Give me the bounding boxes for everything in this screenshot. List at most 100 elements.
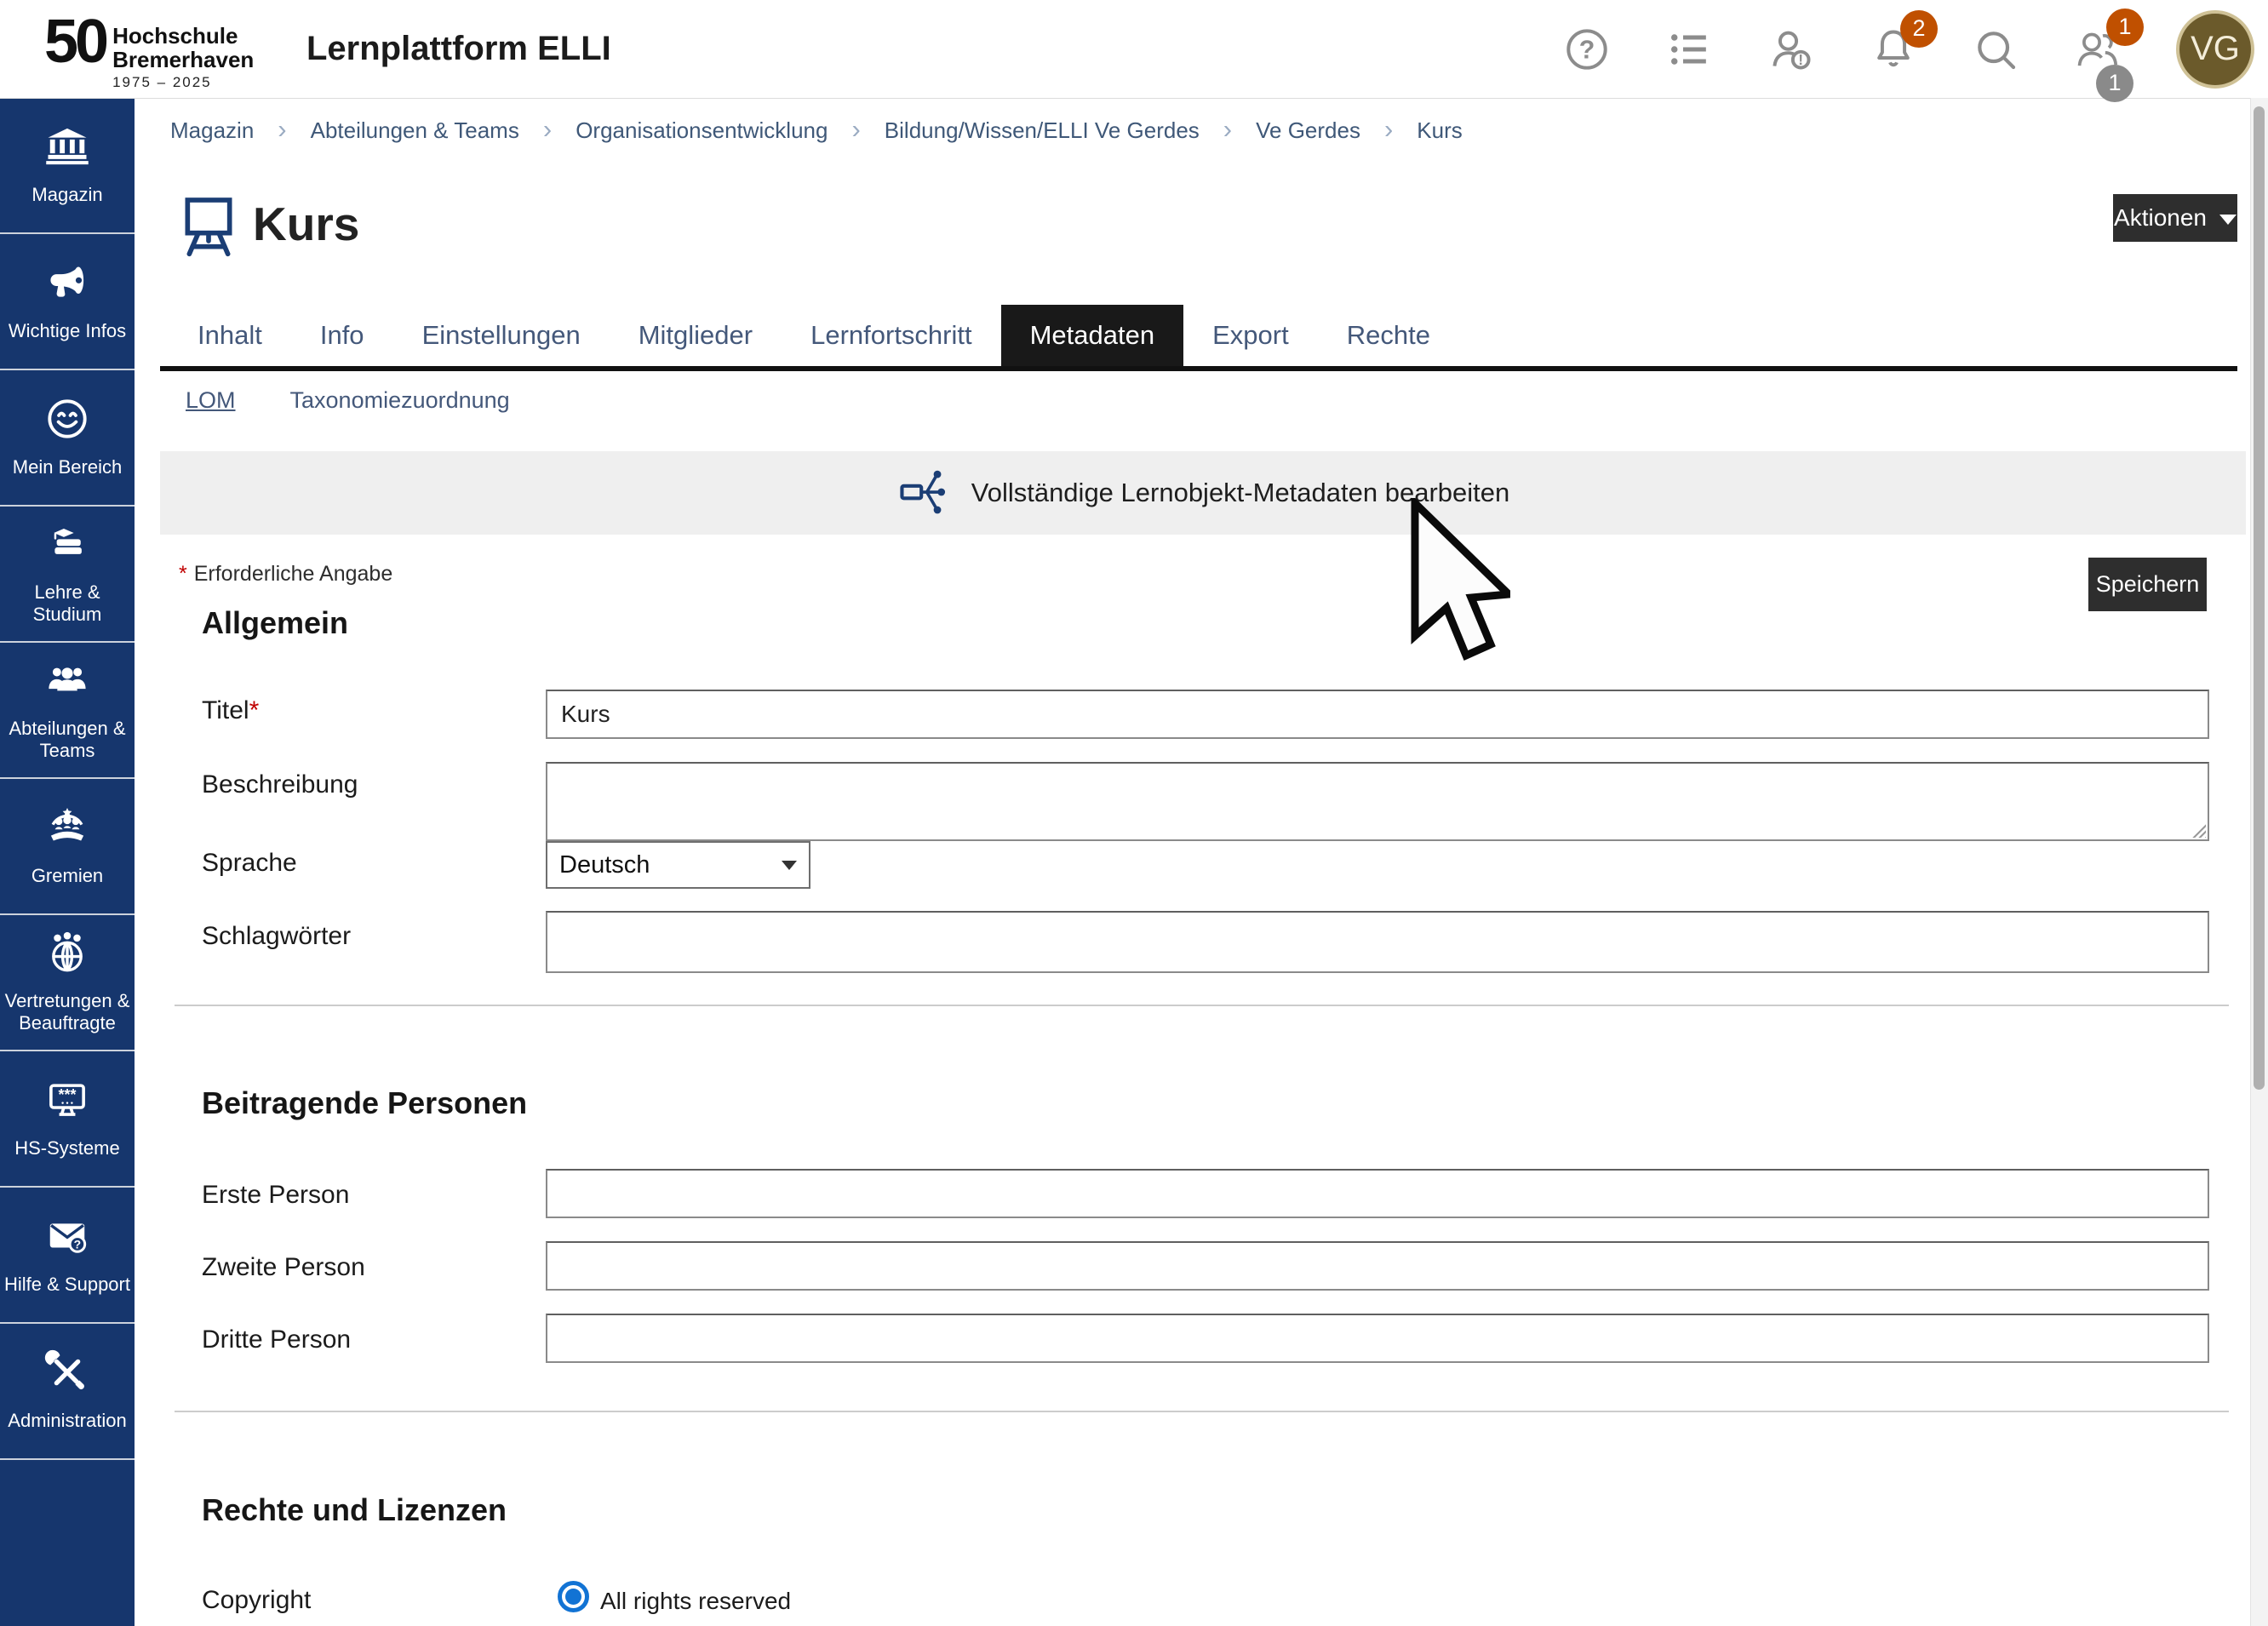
section-divider	[175, 1411, 2229, 1412]
sidebar-item-abteilungen-teams[interactable]: Abteilungen & Teams	[0, 643, 135, 779]
tab-rechte[interactable]: Rechte	[1318, 305, 1459, 366]
svg-text:?: ?	[1579, 36, 1595, 64]
sidebar-item-vertretungen[interactable]: Vertretungen & Beauftragte	[0, 915, 135, 1051]
sprache-select[interactable]: Deutsch	[546, 841, 810, 889]
section-beitragende: Beitragende Personen	[202, 1085, 527, 1121]
section-divider	[175, 1005, 2229, 1006]
chevron-down-icon	[2219, 215, 2236, 225]
contacts-badge-top: 1	[2106, 9, 2144, 46]
required-star: *	[179, 562, 187, 586]
sidebar-item-label: Administration	[8, 1410, 126, 1433]
main-content: Magazin › Abteilungen & Teams › Organisa…	[135, 98, 2251, 1626]
bank-icon	[44, 123, 90, 184]
sidebar-item-label: Wichtige Infos	[9, 320, 126, 343]
tab-metadaten[interactable]: Metadaten	[1001, 305, 1184, 366]
beschreibung-textarea-wrap	[546, 762, 2209, 841]
section-rechte: Rechte und Lizenzen	[202, 1492, 507, 1528]
svg-text:***: ***	[58, 1086, 76, 1103]
breadcrumb: Magazin › Abteilungen & Teams › Organisa…	[170, 117, 1463, 145]
titel-label: Titel*	[202, 696, 259, 725]
tab-mitglieder[interactable]: Mitglieder	[610, 305, 782, 366]
sprache-label: Sprache	[202, 849, 297, 878]
header-icon-bar: ? ! 2 1 1	[1563, 0, 2254, 98]
subtab-lom[interactable]: LOM	[186, 387, 236, 414]
user-avatar[interactable]: VG	[2176, 10, 2254, 89]
monitor-password-icon: ***	[44, 1077, 90, 1137]
schlagwoerter-label: Schlagwörter	[202, 922, 351, 951]
scrollbar-track[interactable]	[2250, 98, 2268, 1626]
dritte-person-input[interactable]	[546, 1314, 2209, 1363]
tab-bar: Inhalt Info Einstellungen Mitglieder Ler…	[169, 305, 1459, 366]
sidebar-item-label: Gremien	[32, 865, 103, 888]
sprache-selected-value: Deutsch	[559, 851, 650, 879]
beschreibung-textarea[interactable]	[546, 762, 2209, 841]
sidebar-item-hilfe-support[interactable]: ? Hilfe & Support	[0, 1188, 135, 1324]
contacts-icon[interactable]: 1 1	[2074, 26, 2122, 73]
breadcrumb-item[interactable]: Ve Gerdes	[1256, 117, 1360, 144]
titel-input[interactable]	[546, 690, 2209, 739]
edit-full-metadata-banner[interactable]: Vollständige Lernobjekt-Metadaten bearbe…	[160, 451, 2246, 535]
titel-required-star: *	[249, 696, 260, 724]
zweite-person-input[interactable]	[546, 1241, 2209, 1291]
copyright-label: Copyright	[202, 1586, 311, 1615]
page-title: Kurs	[253, 197, 359, 251]
help-icon[interactable]: ?	[1563, 26, 1611, 73]
sidebar-item-mein-bereich[interactable]: Mein Bereich	[0, 370, 135, 507]
copyright-option-label: All rights reserved	[600, 1588, 791, 1615]
breadcrumb-item[interactable]: Organisationsentwicklung	[576, 117, 828, 144]
scrollbar-thumb[interactable]	[2254, 106, 2265, 1090]
sidebar-item-label: Hilfe & Support	[4, 1274, 130, 1297]
committee-hand-icon	[44, 804, 90, 865]
schlagwoerter-input[interactable]	[546, 911, 2209, 973]
copyright-radio[interactable]	[558, 1581, 589, 1612]
sidebar-item-lehre-studium[interactable]: Lehre & Studium	[0, 507, 135, 643]
breadcrumb-item[interactable]: Kurs	[1417, 117, 1462, 144]
sidebar-item-administration[interactable]: Administration	[0, 1324, 135, 1460]
svg-text:!: !	[1798, 51, 1803, 68]
chevron-down-icon	[782, 861, 797, 870]
megaphone-icon	[44, 260, 90, 320]
tab-einstellungen[interactable]: Einstellungen	[393, 305, 610, 366]
sidebar-item-label: Mein Bereich	[13, 456, 122, 479]
notifications-bell-icon[interactable]: 2	[1870, 26, 1917, 73]
list-icon[interactable]	[1665, 26, 1713, 73]
subtab-bar: LOM Taxonomiezuordnung	[186, 387, 510, 414]
search-icon[interactable]	[1972, 26, 2019, 73]
tools-icon	[44, 1349, 90, 1410]
tab-info[interactable]: Info	[291, 305, 393, 366]
breadcrumb-separator: ›	[278, 114, 286, 145]
tab-lernfortschritt[interactable]: Lernfortschritt	[782, 305, 1001, 366]
breadcrumb-item[interactable]: Magazin	[170, 117, 254, 144]
sidebar-item-magazin[interactable]: Magazin	[0, 98, 135, 234]
dritte-person-label: Dritte Person	[202, 1325, 351, 1354]
top-header: 50 Hochschule Bremerhaven 1975 – 2025 Le…	[0, 0, 2268, 99]
tab-inhalt[interactable]: Inhalt	[169, 305, 291, 366]
bell-badge: 2	[1900, 10, 1938, 48]
subtab-taxonomiezuordnung[interactable]: Taxonomiezuordnung	[290, 387, 510, 414]
erste-person-input[interactable]	[546, 1169, 2209, 1218]
save-button[interactable]: Speichern	[2088, 558, 2207, 611]
breadcrumb-separator: ›	[1384, 114, 1393, 145]
sidebar-item-gremien[interactable]: Gremien	[0, 779, 135, 915]
smiley-icon	[44, 396, 90, 456]
contacts-badge-bottom: 1	[2096, 65, 2133, 102]
logo-line2: Bremerhaven	[112, 48, 254, 72]
erste-person-label: Erste Person	[202, 1181, 349, 1210]
actions-button[interactable]: Aktionen	[2113, 194, 2237, 242]
tab-export[interactable]: Export	[1183, 305, 1318, 366]
breadcrumb-item[interactable]: Abteilungen & Teams	[311, 117, 519, 144]
breadcrumb-item[interactable]: Bildung/Wissen/ELLI Ve Gerdes	[885, 117, 1200, 144]
sidebar-item-label: HS-Systeme	[14, 1137, 119, 1160]
university-logo[interactable]: 50 Hochschule Bremerhaven 1975 – 2025	[44, 5, 254, 91]
logo-50: 50	[44, 5, 106, 78]
user-alert-icon[interactable]: !	[1767, 26, 1815, 73]
sidebar-item-hs-systeme[interactable]: *** HS-Systeme	[0, 1051, 135, 1188]
metadata-hub-icon	[896, 465, 949, 522]
required-hint: *Erforderliche Angabe	[179, 562, 392, 587]
course-easel-icon	[175, 188, 243, 267]
zweite-person-label: Zweite Person	[202, 1253, 365, 1282]
breadcrumb-separator: ›	[543, 114, 552, 145]
main-sidebar: Magazin Wichtige Infos Mein Bereich Lehr…	[0, 98, 135, 1626]
sidebar-item-wichtige-infos[interactable]: Wichtige Infos	[0, 234, 135, 370]
sidebar-item-label: Vertretungen & Beauftragte	[2, 990, 133, 1036]
